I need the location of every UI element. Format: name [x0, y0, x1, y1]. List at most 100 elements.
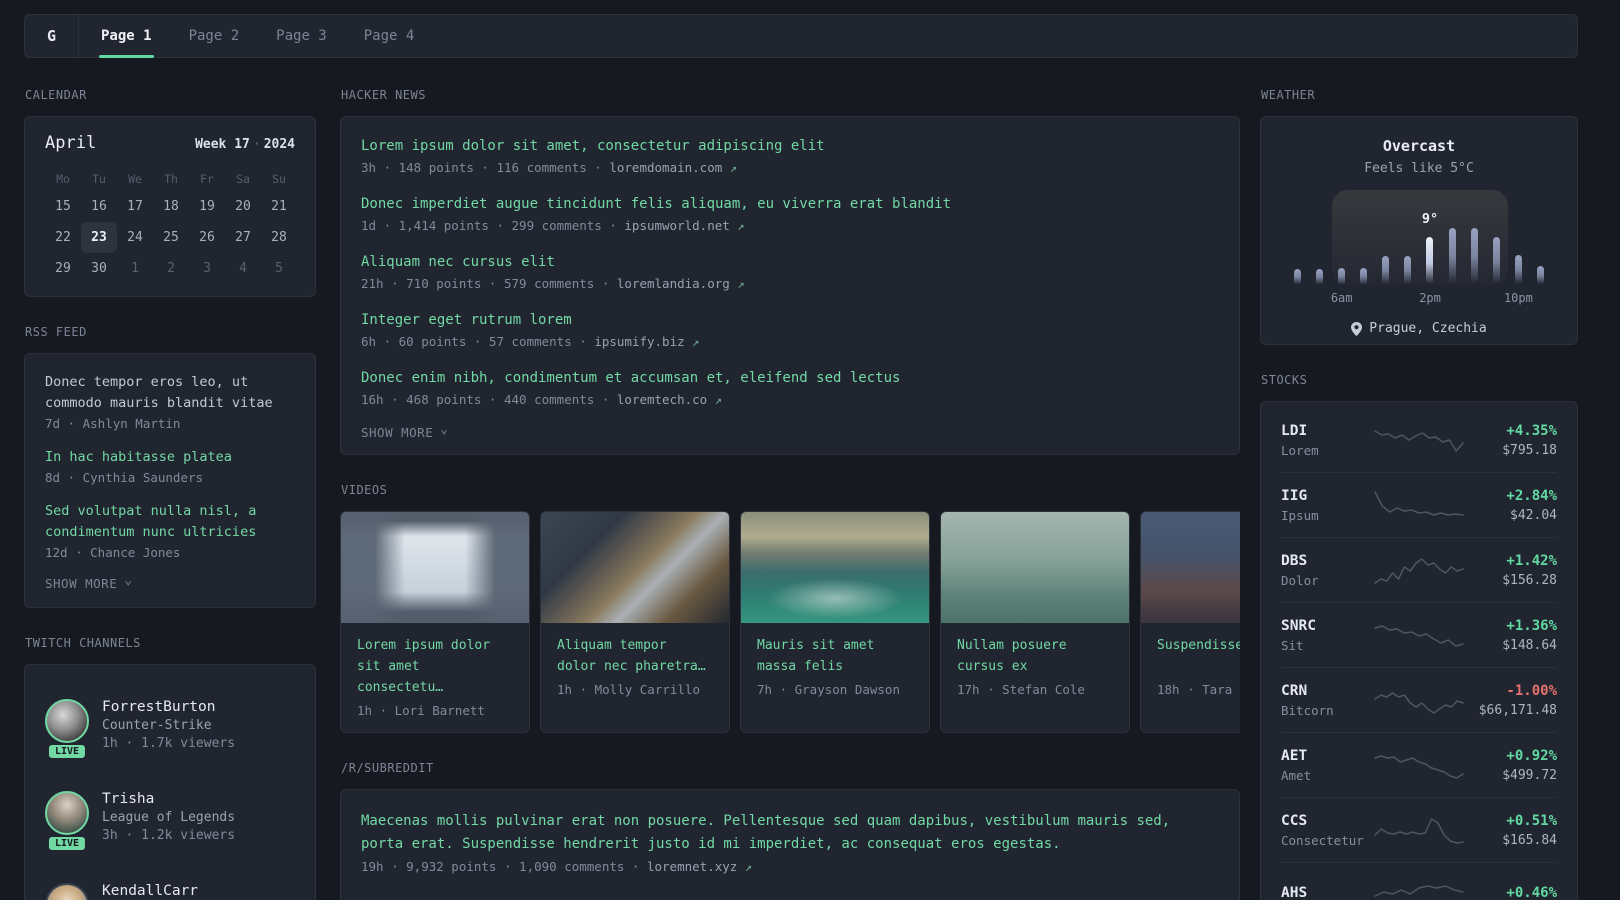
video-card[interactable]: Mauris sit amet massa felis 7h · Grayson… [740, 511, 930, 733]
stock-price: $156.28 [1502, 572, 1557, 588]
weather-bar [1294, 269, 1301, 285]
stock-price: $165.84 [1502, 832, 1557, 848]
stock-price: $42.04 [1510, 507, 1557, 523]
tab-page-1[interactable]: Page 1 [99, 15, 154, 58]
subreddit-post-domain[interactable]: loremnet.xyz [647, 859, 737, 874]
hackernews-show-more-button[interactable]: SHOW MORE ⌄ [361, 423, 1219, 441]
weather-bar-chart: 9° [1294, 190, 1544, 285]
video-card[interactable]: Lorem ipsum dolor sit amet consectetu… 1… [340, 511, 530, 733]
calendar-grid: Mo Tu We Th Fr Sa Su 15 16 17 18 19 20 2… [45, 167, 295, 284]
hackernews-item: Donec imperdiet augue tincidunt felis al… [361, 193, 1219, 237]
hackernews-section-label: HACKER NEWS [341, 88, 426, 102]
hackernews-item-domain[interactable]: ipsumify.biz [594, 334, 684, 349]
hackernews-item-title[interactable]: Donec imperdiet augue tincidunt felis al… [361, 193, 1219, 215]
stock-row[interactable]: SNRC Sit +1.36% $148.64 [1281, 602, 1557, 667]
calendar-day-selected: 23 [81, 222, 117, 253]
stock-name: Sit [1281, 637, 1304, 653]
video-meta: 1h · Lori Barnett [357, 703, 485, 718]
rss-item-title[interactable]: Sed volutpat nulla nisl, a condimentum n… [45, 501, 295, 543]
hackernews-item-domain[interactable]: loremtech.co [617, 392, 707, 407]
hackernews-widget: Lorem ipsum dolor sit amet, consectetur … [340, 116, 1240, 455]
stock-row[interactable]: LDI Lorem +4.35% $795.18 [1281, 408, 1557, 472]
show-more-label: SHOW MORE [361, 425, 434, 440]
dot-separator: · [252, 137, 261, 152]
tab-page-3[interactable]: Page 3 [276, 15, 327, 57]
stock-name: Amet [1281, 767, 1312, 783]
twitch-channel-row[interactable]: KendallCarr [45, 883, 295, 900]
stock-change: +4.35% [1506, 422, 1557, 439]
avatar [45, 883, 89, 900]
calendar-month: April [45, 133, 97, 153]
weather-feels-like: Feels like 5°C [1364, 161, 1474, 176]
stock-change: +0.92% [1506, 747, 1557, 764]
calendar-day: 19 [199, 199, 215, 214]
weekday-label: Tu [92, 172, 106, 186]
stock-sparkline [1374, 491, 1464, 516]
hackernews-item-domain[interactable]: loremlandia.org [617, 276, 730, 291]
hackernews-item-meta: 16h · 468 points · 440 comments · [361, 392, 610, 407]
video-card[interactable]: Nullam posuere cursus ex 17h · Stefan Co… [940, 511, 1130, 733]
weather-bar [1404, 256, 1412, 285]
rss-item-title[interactable]: In hac habitasse platea [45, 447, 295, 468]
twitch-channel-game: Counter-Strike [102, 718, 212, 733]
stock-change: +0.46% [1506, 885, 1557, 900]
video-card[interactable]: Aliquam tempor dolor nec pharetra… 1h · … [540, 511, 730, 733]
stock-row[interactable]: CCS Consectetur +0.51% $165.84 [1281, 797, 1557, 862]
hackernews-item-title[interactable]: Donec enim nibh, condimentum et accumsan… [361, 367, 1219, 389]
stock-row[interactable]: AET Amet +0.92% $499.72 [1281, 732, 1557, 797]
weather-bar [1448, 228, 1456, 285]
rss-item-title[interactable]: Donec tempor eros leo, ut commodo mauris… [45, 372, 295, 414]
rss-item-meta: 12d · Chance Jones [45, 545, 181, 560]
tab-page-4[interactable]: Page 4 [364, 15, 415, 57]
hackernews-item-title[interactable]: Lorem ipsum dolor sit amet, consectetur … [361, 135, 1219, 157]
weather-hour-label: 2pm [1419, 291, 1441, 305]
video-card[interactable]: Suspendisse diam 18h · Tara [1140, 511, 1240, 733]
calendar-day-next-month: 1 [131, 261, 139, 276]
app-logo: G [25, 15, 79, 57]
video-thumbnail [541, 512, 729, 623]
rss-show-more-button[interactable]: SHOW MORE ⌄ [45, 574, 295, 592]
stock-change: -1.00% [1506, 682, 1557, 699]
stock-row[interactable]: CRN Bitcorn -1.00% $66,171.48 [1281, 667, 1557, 732]
rss-item-meta: 7d · Ashlyn Martin [45, 416, 181, 431]
calendar-day: 22 [55, 230, 71, 245]
hackernews-item-title[interactable]: Integer eget rutrum lorem [361, 309, 1219, 331]
weekday-label: Su [272, 172, 286, 186]
stock-name: Consectetur [1281, 832, 1364, 848]
hackernews-item-domain[interactable]: ipsumworld.net [624, 218, 729, 233]
stock-name: Dolor [1281, 572, 1319, 588]
weekday-label: Mo [56, 172, 70, 186]
videos-widget: Lorem ipsum dolor sit amet consectetu… 1… [340, 511, 1240, 733]
nav-tabs: Page 1 Page 2 Page 3 Page 4 [79, 15, 415, 58]
twitch-channel-meta: 1h · 1.7k viewers [102, 736, 236, 751]
stock-symbol: AET [1281, 747, 1308, 764]
calendar-day-next-month: 3 [203, 261, 211, 276]
tab-page-2[interactable]: Page 2 [189, 15, 240, 57]
twitch-channel-row[interactable]: LIVE Trisha League of Legends 3h · 1.2k … [45, 791, 295, 852]
stock-symbol: AHS [1281, 885, 1308, 900]
weather-section-label: WEATHER [1261, 88, 1316, 102]
stock-change: +1.36% [1506, 617, 1557, 634]
daytime-highlight [1332, 190, 1508, 285]
live-badge: LIVE [46, 835, 88, 852]
twitch-channel-row[interactable]: LIVE ForrestBurton Counter-Strike 1h · 1… [45, 699, 295, 760]
hackernews-item-meta: 1d · 1,414 points · 299 comments · [361, 218, 617, 233]
calendar-day: 16 [91, 199, 107, 214]
weather-bar [1514, 255, 1522, 285]
show-more-label: SHOW MORE [45, 576, 118, 591]
hackernews-item: Integer eget rutrum lorem 6h · 60 points… [361, 309, 1219, 353]
weather-bar [1338, 268, 1346, 285]
stock-row[interactable]: AHS +0.46% [1281, 862, 1557, 900]
weather-bar [1360, 268, 1368, 285]
stock-row[interactable]: DBS Dolor +1.42% $156.28 [1281, 537, 1557, 602]
hackernews-item: Aliquam nec cursus elit 21h · 710 points… [361, 251, 1219, 295]
video-meta: 18h · Tara [1157, 682, 1233, 697]
stock-name: Ipsum [1281, 507, 1319, 523]
subreddit-post-title[interactable]: Maecenas mollis pulvinar erat non posuer… [361, 810, 1219, 856]
calendar-day-next-month: 4 [239, 261, 247, 276]
hackernews-item-title[interactable]: Aliquam nec cursus elit [361, 251, 1219, 273]
weekday-label: Fr [200, 172, 214, 186]
hackernews-item-domain[interactable]: loremdomain.com [609, 160, 722, 175]
calendar-day: 21 [271, 199, 287, 214]
stock-row[interactable]: IIG Ipsum +2.84% $42.04 [1281, 472, 1557, 537]
